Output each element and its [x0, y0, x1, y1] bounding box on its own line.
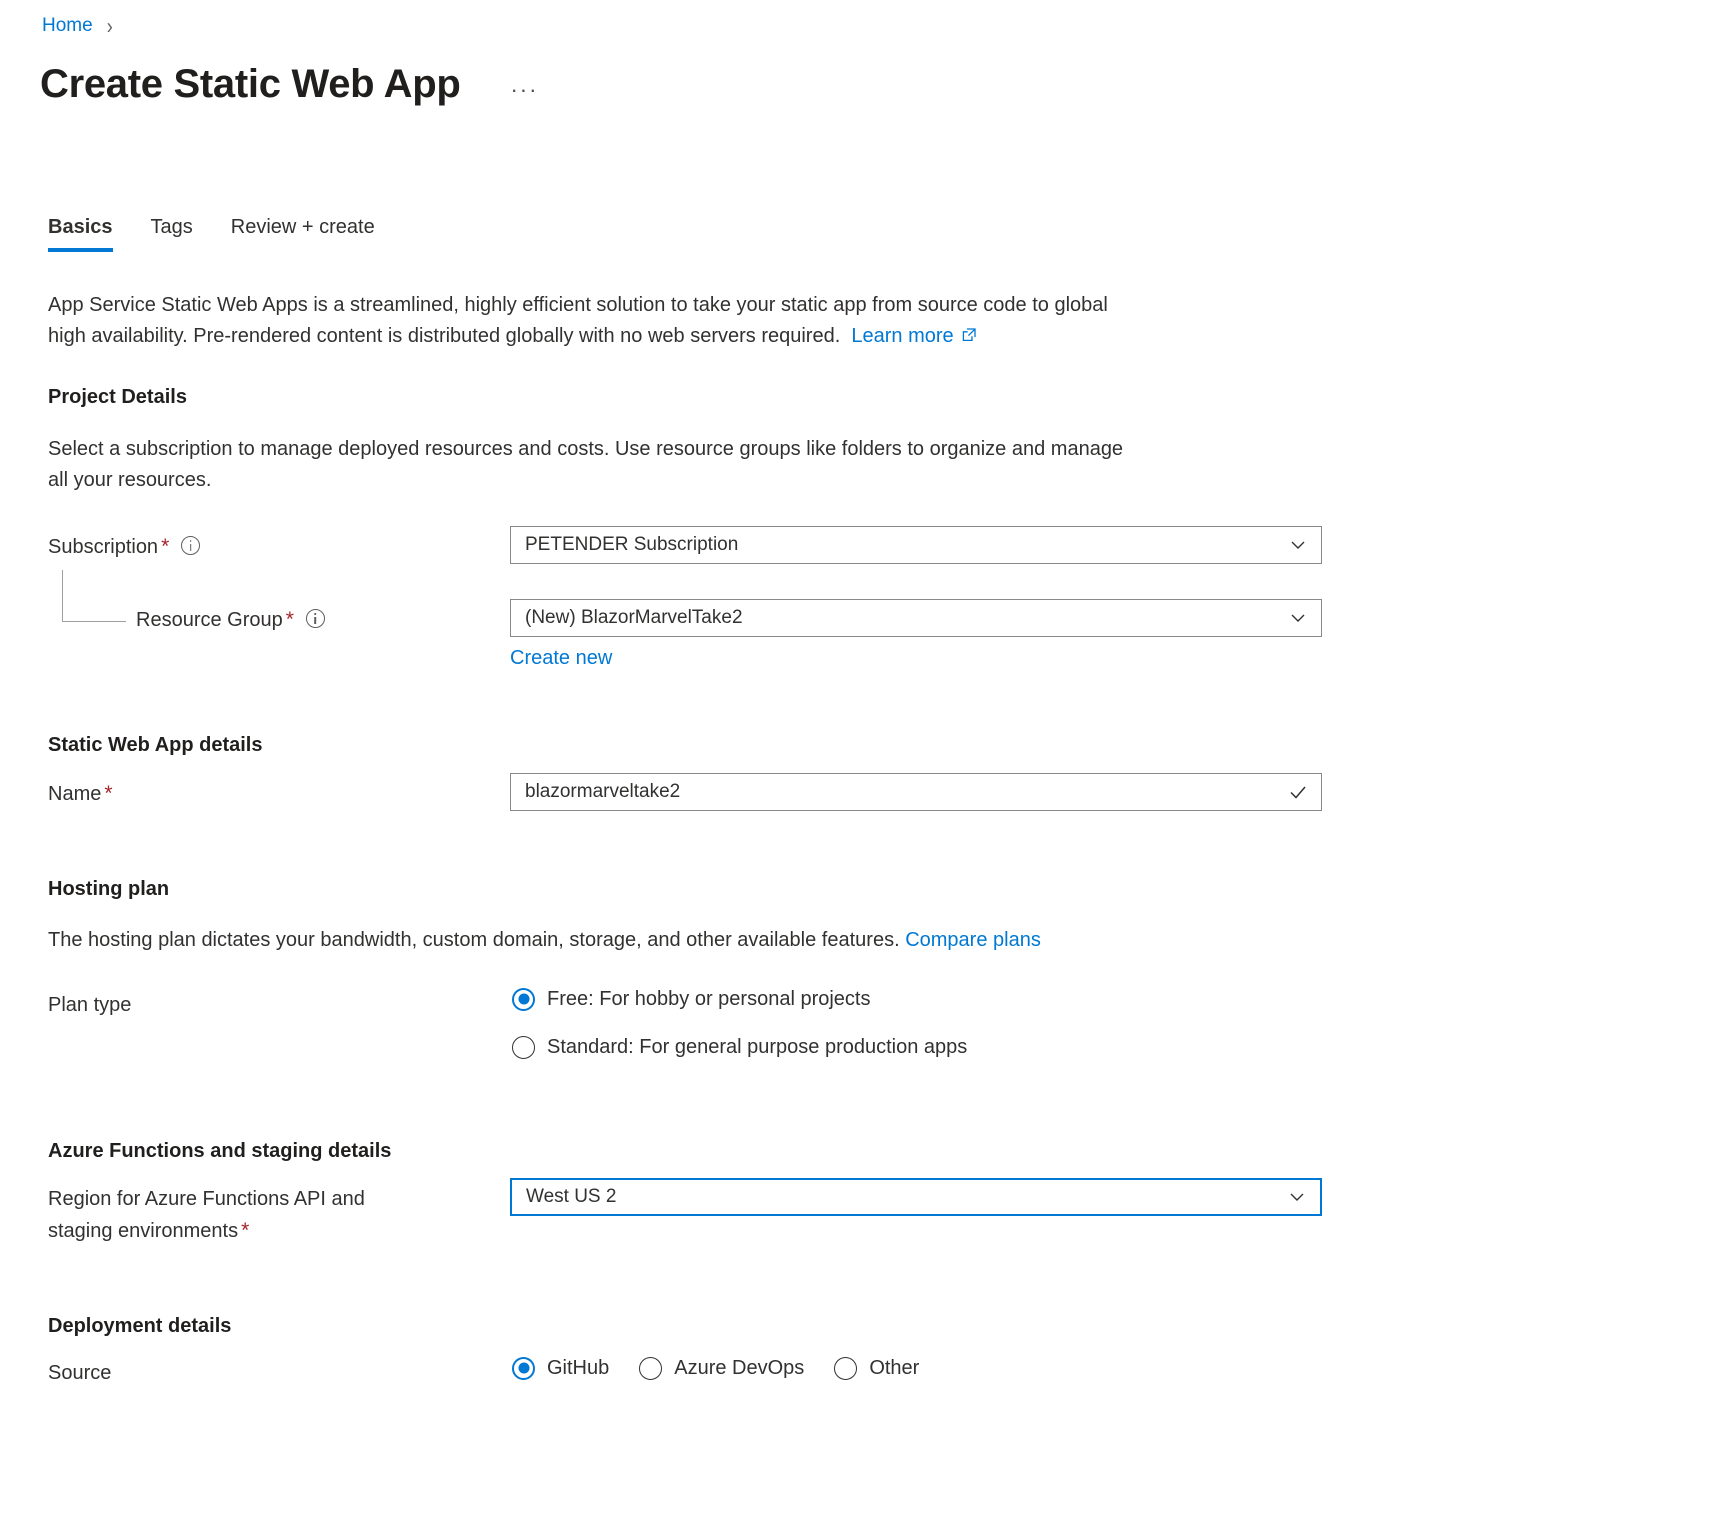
subscription-required-asterisk: *	[161, 535, 169, 558]
region-required-asterisk: *	[241, 1219, 249, 1242]
tab-basics[interactable]: Basics	[48, 214, 113, 252]
radio-indicator	[834, 1357, 857, 1380]
tab-bar: Basics Tags Review + create	[48, 214, 413, 252]
info-icon[interactable]	[306, 609, 325, 628]
checkmark-icon	[1287, 781, 1309, 803]
radio-github-label: GitHub	[547, 1355, 609, 1381]
radio-standard-label: Standard: For general purpose production…	[547, 1034, 967, 1060]
source-options: GitHub Azure DevOps Other	[512, 1355, 919, 1381]
subscription-value: PETENDER Subscription	[525, 534, 1287, 556]
name-required-asterisk: *	[104, 782, 112, 805]
compare-plans-link[interactable]: Compare plans	[905, 929, 1041, 951]
chevron-right-icon: ›	[107, 11, 113, 41]
plan-type-label: Plan type	[48, 990, 131, 1021]
region-label-line-2: staging environments	[48, 1220, 238, 1242]
static-web-app-details-heading: Static Web App details	[48, 732, 262, 758]
hosting-plan-description: The hosting plan dictates your bandwidth…	[48, 925, 1388, 956]
more-options-button[interactable]: ···	[510, 77, 538, 103]
tree-connector	[62, 570, 126, 622]
name-label: Name	[48, 783, 101, 805]
project-details-heading: Project Details	[48, 384, 187, 410]
radio-indicator	[639, 1357, 662, 1380]
subscription-label-group: Subscription*	[48, 531, 200, 563]
breadcrumb-home-link[interactable]: Home	[42, 14, 93, 38]
region-value: West US 2	[526, 1186, 1286, 1208]
chevron-down-icon	[1287, 607, 1309, 629]
resource-group-value: (New) BlazorMarvelTake2	[525, 607, 1287, 629]
source-label: Source	[48, 1358, 111, 1389]
region-dropdown[interactable]: West US 2	[510, 1178, 1322, 1216]
region-label-group: Region for Azure Functions API and stagi…	[48, 1184, 478, 1247]
page-title: Create Static Web App	[40, 58, 460, 110]
hosting-plan-description-text: The hosting plan dictates your bandwidth…	[48, 929, 900, 951]
external-link-icon	[961, 322, 977, 338]
project-details-description-line-2: all your resources.	[48, 469, 211, 491]
radio-other[interactable]: Other	[834, 1355, 919, 1381]
name-label-group: Name*	[48, 778, 113, 810]
radio-indicator	[512, 988, 535, 1011]
subscription-label: Subscription	[48, 536, 158, 558]
create-static-web-app-blade: Home › Create Static Web App ··· Basics …	[0, 0, 1710, 1526]
intro-description: App Service Static Web Apps is a streaml…	[48, 290, 1388, 352]
resource-group-label-group: Resource Group*	[136, 604, 325, 636]
radio-standard[interactable]: Standard: For general purpose production…	[512, 1034, 967, 1060]
plan-type-option-free[interactable]: Free: For hobby or personal projects	[512, 986, 871, 1012]
radio-free[interactable]: Free: For hobby or personal projects	[512, 986, 871, 1012]
breadcrumb: Home ›	[42, 14, 113, 38]
subscription-dropdown[interactable]: PETENDER Subscription	[510, 526, 1322, 564]
learn-more-link[interactable]: Learn more	[851, 325, 953, 347]
radio-azure-devops[interactable]: Azure DevOps	[639, 1355, 804, 1381]
radio-github[interactable]: GitHub	[512, 1355, 609, 1381]
radio-indicator	[512, 1357, 535, 1380]
resource-group-required-asterisk: *	[286, 608, 294, 631]
project-details-description: Select a subscription to manage deployed…	[48, 434, 1388, 496]
page-header: Create Static Web App ···	[40, 58, 538, 110]
resource-group-dropdown[interactable]: (New) BlazorMarvelTake2	[510, 599, 1322, 637]
name-value: blazormarveltake2	[525, 781, 1287, 803]
chevron-down-icon	[1286, 1186, 1308, 1208]
name-input[interactable]: blazormarveltake2	[510, 773, 1322, 811]
radio-azure-devops-label: Azure DevOps	[674, 1355, 804, 1381]
hosting-plan-heading: Hosting plan	[48, 876, 169, 902]
resource-group-label: Resource Group	[136, 609, 283, 631]
radio-indicator	[512, 1036, 535, 1059]
create-new-resource-group-link[interactable]: Create new	[510, 644, 612, 672]
tab-tags[interactable]: Tags	[151, 214, 193, 252]
tab-review-create[interactable]: Review + create	[231, 214, 375, 252]
deployment-details-heading: Deployment details	[48, 1313, 231, 1339]
azure-functions-heading: Azure Functions and staging details	[48, 1138, 391, 1164]
region-label-line-1: Region for Azure Functions API and	[48, 1188, 365, 1210]
intro-line-2: high availability. Pre-rendered content …	[48, 325, 840, 347]
info-icon[interactable]	[181, 536, 200, 555]
intro-line-1: App Service Static Web Apps is a streaml…	[48, 294, 1108, 316]
plan-type-option-standard[interactable]: Standard: For general purpose production…	[512, 1034, 967, 1060]
radio-other-label: Other	[869, 1355, 919, 1381]
project-details-description-line-1: Select a subscription to manage deployed…	[48, 438, 1123, 460]
radio-free-label: Free: For hobby or personal projects	[547, 986, 871, 1012]
chevron-down-icon	[1287, 534, 1309, 556]
